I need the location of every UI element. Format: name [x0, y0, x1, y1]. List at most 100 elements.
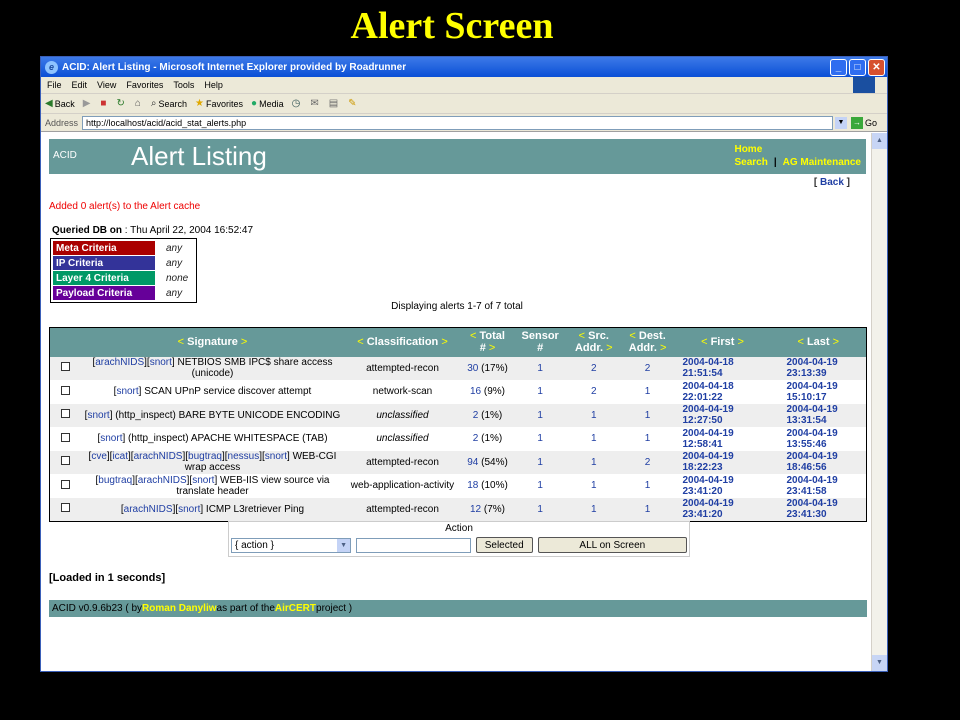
src-addr-link[interactable]: 2 — [566, 356, 621, 380]
total-link[interactable]: 12 — [470, 504, 481, 515]
src-addr-link[interactable]: 1 — [566, 474, 621, 498]
sort-first[interactable]: < First > — [674, 327, 771, 357]
ref-link[interactable]: snort — [178, 504, 200, 515]
signature-link[interactable]: (http_inspect) APACHE WHITESPACE (TAB) — [128, 433, 328, 444]
media-toolbar-button[interactable]: ● Media — [251, 98, 284, 109]
address-input[interactable]: http://localhost/acid/acid_stat_alerts.p… — [82, 115, 833, 130]
refresh-button[interactable]: ↻ — [116, 98, 126, 109]
minimize-button[interactable]: _ — [830, 58, 847, 76]
selected-button[interactable]: Selected — [475, 537, 533, 553]
ag-maintenance-link[interactable]: AG Maintenance — [783, 157, 861, 168]
back-link[interactable]: Back — [820, 177, 844, 188]
dst-addr-link[interactable]: 1 — [620, 403, 675, 427]
meta-criteria-link[interactable]: Meta Criteria — [53, 241, 155, 255]
sort-dst-addr[interactable]: < Dest. Addr. > — [620, 327, 675, 357]
ref-link[interactable]: bugtraq — [188, 451, 222, 462]
close-button[interactable]: ✕ — [868, 58, 885, 76]
vertical-scrollbar[interactable]: ▲ ▼ — [871, 133, 887, 671]
menu-file[interactable]: File — [47, 80, 62, 90]
print-button[interactable]: ▤ — [329, 98, 340, 109]
maximize-button[interactable]: □ — [849, 58, 866, 76]
dst-addr-link[interactable]: 2 — [620, 450, 675, 474]
ref-link[interactable]: arachNIDS — [138, 475, 187, 486]
action-select[interactable]: { action } ▼ — [231, 537, 352, 553]
ref-link[interactable]: arachNIDS — [124, 504, 173, 515]
home-link[interactable]: Home — [734, 143, 861, 156]
stop-button[interactable]: ■ — [100, 98, 108, 109]
sensor-link[interactable]: 1 — [513, 380, 567, 404]
dst-addr-link[interactable]: 1 — [620, 474, 675, 498]
alert-checkbox[interactable] — [61, 432, 71, 442]
all-on-screen-button[interactable]: ALL on Screen — [537, 537, 687, 553]
edit-button[interactable]: ✎ — [348, 98, 358, 109]
alert-checkbox[interactable] — [61, 362, 71, 372]
dst-addr-link[interactable]: 2 — [620, 356, 675, 380]
alert-checkbox[interactable] — [61, 385, 71, 395]
menu-help[interactable]: Help — [204, 80, 223, 90]
total-link[interactable]: 2 — [473, 433, 479, 444]
menu-view[interactable]: View — [97, 80, 116, 90]
sensor-link[interactable]: 1 — [513, 450, 567, 474]
signature-link[interactable]: ICMP L3retriever Ping — [206, 504, 304, 515]
dst-addr-link[interactable]: 1 — [620, 380, 675, 404]
ref-link[interactable]: nessus — [228, 451, 260, 462]
scroll-up-icon[interactable]: ▲ — [872, 133, 887, 149]
alert-checkbox[interactable] — [61, 479, 71, 489]
mail-button[interactable]: ✉ — [310, 98, 320, 109]
sensor-link[interactable]: 1 — [513, 356, 567, 380]
action-argument-input[interactable] — [356, 537, 471, 553]
menu-edit[interactable]: Edit — [72, 80, 88, 90]
ref-link[interactable]: bugtraq — [98, 475, 132, 486]
ref-link[interactable]: snort — [265, 451, 287, 462]
sort-total[interactable]: < Total # > — [461, 327, 514, 357]
ref-link[interactable]: snort — [87, 410, 109, 421]
dst-addr-link[interactable]: 1 — [620, 427, 675, 451]
sort-classification[interactable]: < Classification > — [343, 327, 462, 357]
address-dropdown-icon[interactable]: ▼ — [834, 116, 847, 129]
dst-addr-link[interactable]: 1 — [620, 497, 675, 521]
search-toolbar-button[interactable]: ⌕ Search — [151, 98, 187, 109]
forward-toolbar-button[interactable]: ▶ — [83, 98, 93, 109]
signature-link[interactable]: NETBIOS SMB IPC$ share access (unicode) — [177, 357, 332, 379]
src-addr-link[interactable]: 2 — [566, 380, 621, 404]
ref-link[interactable]: snort — [192, 475, 214, 486]
total-link[interactable]: 2 — [473, 410, 479, 421]
ref-link[interactable]: arachNIDS — [95, 357, 144, 368]
total-link[interactable]: 16 — [470, 386, 481, 397]
ref-link[interactable]: snort — [116, 386, 138, 397]
src-addr-link[interactable]: 1 — [566, 497, 621, 521]
ip-criteria-link[interactable]: IP Criteria — [53, 256, 155, 270]
sort-signature[interactable]: < Signature > — [81, 327, 344, 357]
sensor-link[interactable]: 1 — [513, 427, 567, 451]
src-addr-link[interactable]: 1 — [566, 450, 621, 474]
total-link[interactable]: 30 — [467, 363, 478, 374]
history-button[interactable]: ◷ — [292, 98, 303, 109]
ref-link[interactable]: icat — [112, 451, 128, 462]
ref-link[interactable]: arachNIDS — [134, 451, 183, 462]
menu-tools[interactable]: Tools — [173, 80, 194, 90]
payload-criteria-link[interactable]: Payload Criteria — [53, 286, 155, 300]
go-button[interactable]: → Go — [850, 116, 877, 129]
total-link[interactable]: 18 — [467, 480, 478, 491]
scroll-down-icon[interactable]: ▼ — [872, 655, 887, 671]
alert-checkbox[interactable] — [61, 409, 71, 419]
home-button[interactable]: ⌂ — [135, 98, 143, 109]
src-addr-link[interactable]: 1 — [566, 403, 621, 427]
src-addr-link[interactable]: 1 — [566, 427, 621, 451]
search-link[interactable]: Search — [734, 157, 767, 168]
ref-link[interactable]: snort — [100, 433, 122, 444]
ref-link[interactable]: snort — [150, 357, 172, 368]
signature-link[interactable]: (http_inspect) BARE BYTE UNICODE ENCODIN… — [115, 410, 340, 421]
author-link[interactable]: Roman Danyliw — [142, 603, 216, 614]
alert-checkbox[interactable] — [61, 503, 71, 512]
sensor-link[interactable]: 1 — [513, 474, 567, 498]
sensor-link[interactable]: 1 — [513, 403, 567, 427]
menu-favorites[interactable]: Favorites — [126, 80, 163, 90]
alert-checkbox[interactable] — [61, 456, 71, 466]
back-toolbar-button[interactable]: ◀ Back — [45, 98, 75, 109]
sensor-link[interactable]: 1 — [513, 497, 567, 521]
sort-last[interactable]: < Last > — [770, 327, 867, 357]
favorites-toolbar-button[interactable]: ★ Favorites — [195, 98, 243, 109]
sort-src-addr[interactable]: < Src. Addr. > — [566, 327, 621, 357]
layer4-criteria-link[interactable]: Layer 4 Criteria — [53, 271, 155, 285]
